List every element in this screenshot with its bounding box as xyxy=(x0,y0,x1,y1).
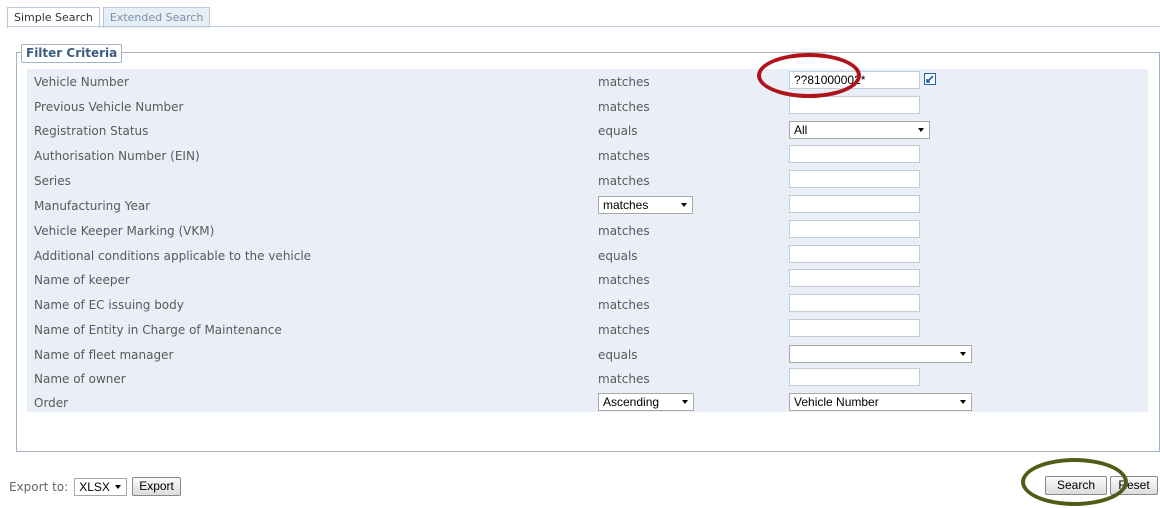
filter-row-order: Order Ascending Vehicle Number xyxy=(27,390,1148,414)
search-tabs: Simple Search Extended Search xyxy=(7,7,213,28)
export-bar: Export to: XLSX Export xyxy=(9,477,181,496)
filter-row-ec-issuing-body: Name of EC issuing body matches xyxy=(27,292,1148,316)
filter-row-ecm: Name of Entity in Charge of Maintenance … xyxy=(27,317,1148,341)
row-label: Previous Vehicle Number xyxy=(34,100,184,114)
order-field-select[interactable]: Vehicle Number xyxy=(789,393,972,411)
filter-row-manufacturing-year: Manufacturing Year matches xyxy=(27,193,1148,217)
manufacturing-year-input[interactable] xyxy=(789,195,920,213)
select-value: Ascending xyxy=(603,395,660,409)
row-label: Registration Status xyxy=(34,124,149,138)
select-value: Vehicle Number xyxy=(794,395,879,409)
filter-row-additional-conditions: Additional conditions applicable to the … xyxy=(27,243,1148,267)
filter-row-registration-status: Registration Status equals All xyxy=(27,118,1148,142)
row-label: Name of EC issuing body xyxy=(34,298,184,312)
vehicle-number-input[interactable]: ??81000002* xyxy=(789,71,920,89)
filter-row-name-of-owner: Name of owner matches xyxy=(27,366,1148,390)
row-operator: matches xyxy=(598,298,650,312)
additional-conditions-input[interactable] xyxy=(789,245,920,263)
row-label: Manufacturing Year xyxy=(34,199,151,213)
select-value: XLSX xyxy=(79,479,110,494)
row-operator: matches xyxy=(598,273,650,287)
ecm-input[interactable] xyxy=(789,319,920,337)
edit-icon[interactable] xyxy=(924,73,936,85)
series-input[interactable] xyxy=(789,170,920,188)
filter-row-fleet-manager: Name of fleet manager equals xyxy=(27,342,1148,366)
registration-status-select[interactable]: All xyxy=(789,121,930,139)
row-label: Name of Entity in Charge of Maintenance xyxy=(34,323,282,337)
chevron-down-icon xyxy=(682,400,688,404)
chevron-down-icon xyxy=(960,352,966,356)
name-of-owner-input[interactable] xyxy=(789,368,920,386)
export-format-select[interactable]: XLSX xyxy=(74,477,128,496)
row-operator: equals xyxy=(598,124,638,138)
filter-row-previous-vehicle-number: Previous Vehicle Number matches xyxy=(27,94,1148,118)
filter-row-series: Series matches xyxy=(27,168,1148,192)
export-label: Export to: xyxy=(9,479,69,494)
row-operator: matches xyxy=(598,174,650,188)
tab-simple-search[interactable]: Simple Search xyxy=(7,7,100,28)
tab-divider xyxy=(7,26,1160,27)
chevron-down-icon xyxy=(115,484,122,489)
chevron-down-icon xyxy=(918,128,924,132)
row-label: Series xyxy=(34,174,71,188)
name-of-keeper-input[interactable] xyxy=(789,269,920,287)
vkm-input[interactable] xyxy=(789,220,920,238)
ec-issuing-body-input[interactable] xyxy=(789,294,920,312)
search-button[interactable]: Search xyxy=(1045,476,1107,495)
order-direction-select[interactable]: Ascending xyxy=(598,393,694,411)
row-operator: matches xyxy=(598,75,650,89)
row-operator: matches xyxy=(598,149,650,163)
row-operator: equals xyxy=(598,249,638,263)
row-label: Vehicle Keeper Marking (VKM) xyxy=(34,224,215,238)
filter-criteria-legend: Filter Criteria xyxy=(21,44,123,63)
row-label: Order xyxy=(34,396,69,410)
row-operator: matches xyxy=(598,100,650,114)
row-operator: matches xyxy=(598,224,650,238)
previous-vehicle-number-input[interactable] xyxy=(789,96,920,114)
filter-row-vehicle-number: Vehicle Number matches ??81000002* xyxy=(27,69,1148,93)
row-label: Name of owner xyxy=(34,372,126,386)
manufacturing-year-operator-select[interactable]: matches xyxy=(598,196,693,214)
authorisation-number-input[interactable] xyxy=(789,145,920,163)
row-label: Name of fleet manager xyxy=(34,348,174,362)
chevron-down-icon xyxy=(960,400,966,404)
row-label: Vehicle Number xyxy=(34,75,129,89)
chevron-down-icon xyxy=(681,203,687,207)
select-value: matches xyxy=(603,198,649,212)
row-operator: equals xyxy=(598,348,638,362)
row-label: Authorisation Number (EIN) xyxy=(34,149,200,163)
tab-extended-search[interactable]: Extended Search xyxy=(102,7,211,28)
row-operator: matches xyxy=(598,372,650,386)
select-value: All xyxy=(794,123,808,137)
filter-grid: Vehicle Number matches ??81000002* Previ… xyxy=(27,69,1148,412)
filter-row-vkm: Vehicle Keeper Marking (VKM) matches xyxy=(27,218,1148,242)
fleet-manager-select[interactable] xyxy=(789,345,972,363)
filter-row-authorisation-number: Authorisation Number (EIN) matches xyxy=(27,143,1148,167)
reset-button[interactable]: Reset xyxy=(1110,476,1158,495)
filter-row-name-of-keeper: Name of keeper matches xyxy=(27,267,1148,291)
row-label: Name of keeper xyxy=(34,273,130,287)
export-button[interactable]: Export xyxy=(132,477,181,496)
row-label: Additional conditions applicable to the … xyxy=(34,249,312,263)
row-operator: matches xyxy=(598,323,650,337)
